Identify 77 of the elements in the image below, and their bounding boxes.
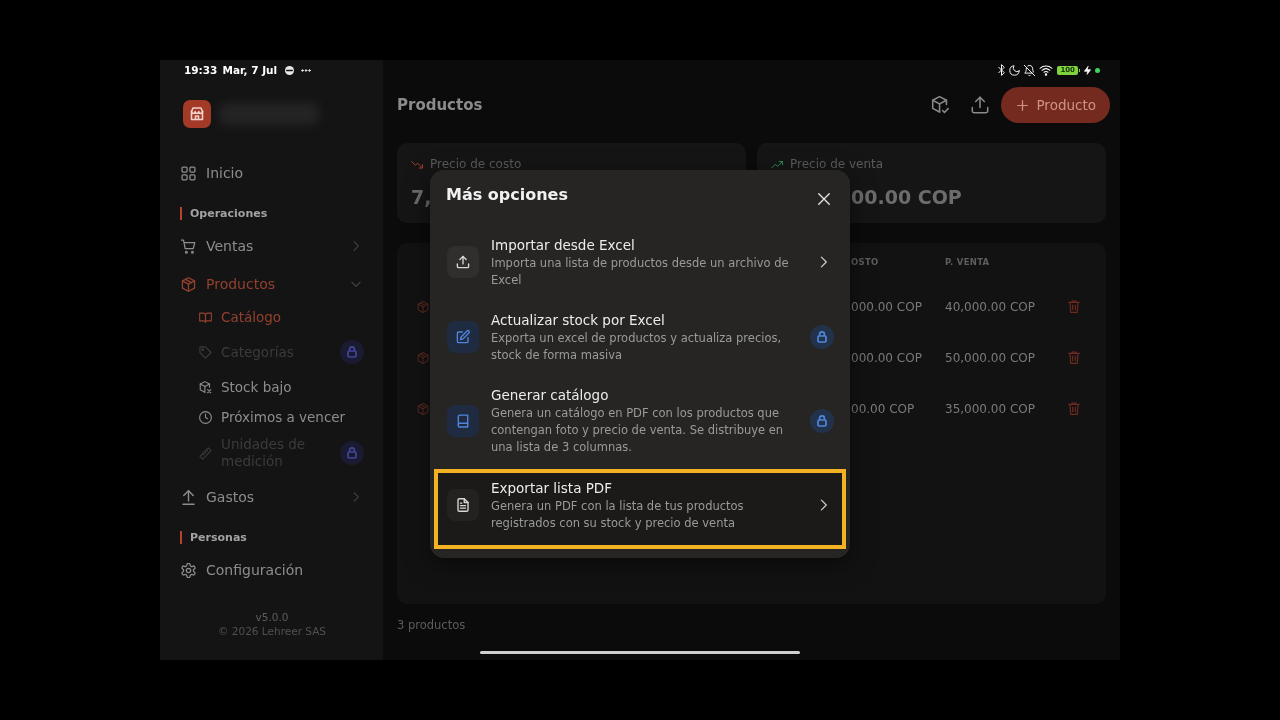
copyright-text: © 2026 Lehreer SAS — [216, 624, 327, 638]
product-count: 3 productos — [397, 618, 467, 632]
table-cell-text: 35,000.00 COP — [945, 401, 1036, 416]
trend-down-icon — [411, 159, 423, 169]
option-description: Genera un PDF con la lista de tus productos registrados con su stock y precio de venta — [491, 498, 745, 532]
option-description: Exporta un excel de productos y actualiza precios, stock de forma masiva — [491, 330, 783, 364]
sidebar-subitem[interactable]: Próximos a vencer — [180, 402, 364, 432]
ruler-icon — [199, 446, 212, 460]
section-heading: Personas — [180, 531, 364, 544]
clock-icon — [199, 410, 212, 424]
option-item[interactable]: Actualizar stock por Excel Exporta un excel de productos y actualiza precios, stock de forma masiva — [434, 300, 846, 374]
lock-icon — [340, 441, 364, 465]
notebook-icon — [447, 404, 479, 437]
stat-label: Precio de costo — [430, 158, 522, 170]
table-cell-text: 00.00 COP — [851, 401, 916, 416]
document-icon — [447, 489, 479, 521]
table-cell-text: 000.00 COP — [851, 350, 923, 365]
grid-icon — [181, 165, 196, 181]
column-header: P. VENTA — [945, 257, 991, 267]
option-title: Generar catálogo — [491, 386, 610, 405]
table-cell-text: 40,000.00 COP — [945, 299, 1036, 314]
lock-icon — [810, 325, 834, 349]
sidebar-item[interactable]: Gastos — [180, 481, 364, 513]
app-version: v5.0.0 — [254, 610, 290, 624]
sidebar-item[interactable]: Configuración — [180, 554, 364, 586]
option-description: Genera un catálogo en PDF con los productos que contengan foto y precio de venta. Se distribuye en una lista de 3 columnas. — [491, 405, 785, 456]
store-icon — [183, 100, 211, 128]
table-cell-text: 000.00 COP — [851, 299, 923, 314]
sidebar-item[interactable]: Inicio — [180, 157, 364, 189]
section-heading: Operaciones — [180, 207, 364, 220]
box-icon — [417, 300, 429, 313]
box-icon — [417, 351, 429, 364]
bell-off-icon — [1024, 64, 1036, 76]
close-icon[interactable] — [818, 192, 830, 205]
tag-icon — [199, 345, 212, 359]
option-item[interactable]: Generar catálogo Genera un catálogo en PDF con los productos que contengan foto y precio de venta. Se distribuye en una lista de 3 columnas. — [434, 375, 846, 466]
option-item[interactable]: Exportar lista PDF Genera un PDF con la lista de tus productos registrados con su stock y precio de venta — [434, 469, 846, 549]
dialog-title: Más opciones — [446, 184, 569, 204]
option-title: Importar desde Excel — [491, 236, 636, 255]
option-item[interactable]: Importar desde Excel Importa una lista de productos desde un archivo de Excel — [434, 225, 846, 299]
upload-icon — [447, 246, 479, 278]
table-cell-text: 50,000.00 COP — [945, 350, 1036, 365]
moon-icon — [1009, 64, 1021, 76]
box-check-icon[interactable] — [931, 96, 950, 114]
box-icon — [181, 276, 196, 292]
sidebar-item[interactable]: Ventas — [180, 230, 364, 262]
more-icon — [301, 68, 312, 72]
sidebar-subitem[interactable]: Stock bajo — [180, 372, 364, 402]
book-icon — [199, 310, 212, 324]
edit-icon — [447, 321, 479, 353]
wifi-icon — [1039, 64, 1054, 76]
page-title: Productos — [397, 96, 484, 114]
option-title: Actualizar stock por Excel — [491, 311, 666, 330]
chevron-right-icon — [820, 499, 827, 511]
lock-icon — [810, 408, 834, 433]
status-time: 19:33 — [184, 64, 218, 76]
trend-up-icon — [771, 159, 783, 169]
option-description: Importa una lista de productos desde un archivo de Excel — [491, 255, 790, 289]
cart-icon — [181, 238, 196, 254]
settings-icon — [181, 562, 196, 578]
dot-icon — [1095, 67, 1100, 73]
stat-value: 7, — [411, 185, 432, 210]
bluetooth-icon — [998, 64, 1006, 76]
box-icon — [417, 402, 429, 415]
plus-icon — [1017, 99, 1029, 111]
upload-icon[interactable] — [971, 96, 990, 114]
stat-label: Precio de venta — [790, 158, 884, 170]
add-product-button[interactable]: Producto — [1001, 87, 1110, 123]
stat-value: 00.00 COP — [851, 185, 962, 210]
status-date: Mar, 7 Jul — [222, 64, 278, 76]
bolt-icon — [1084, 65, 1091, 75]
box-cross-icon — [199, 380, 212, 394]
lock-icon — [340, 340, 364, 364]
column-header: OSTO — [851, 257, 880, 267]
minus-circle-icon — [285, 65, 295, 75]
option-title: Exportar lista PDF — [491, 479, 613, 498]
chevron-right-icon — [820, 256, 827, 268]
